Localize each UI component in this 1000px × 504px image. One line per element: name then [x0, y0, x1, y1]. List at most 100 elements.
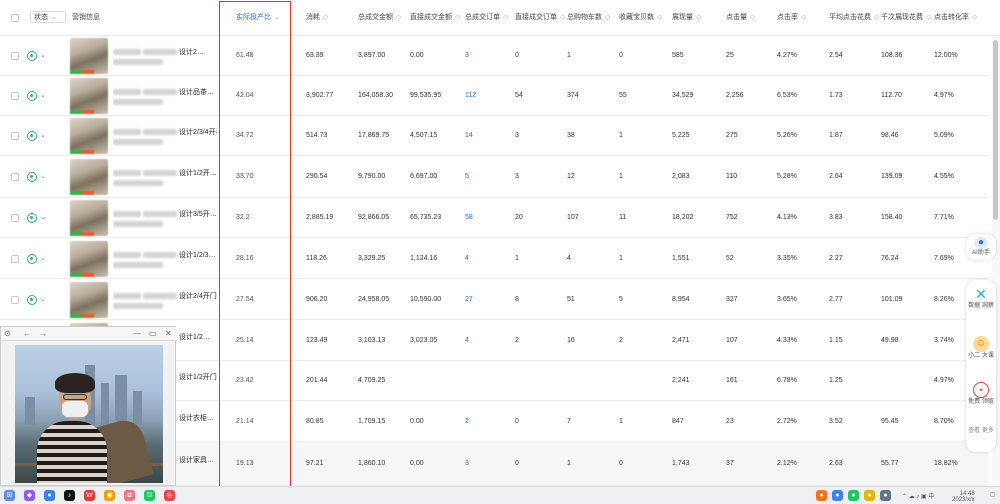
tray-app-icon[interactable]: ●	[864, 490, 875, 501]
cell-4: 3	[465, 52, 469, 59]
scrollbar-thumb[interactable]	[993, 40, 998, 220]
maximize-icon[interactable]: ▭	[149, 329, 157, 338]
chevron-down-icon[interactable]: ⌄	[40, 213, 46, 221]
cell-10: 4.27%	[777, 52, 797, 59]
column-header-6[interactable]: 总购物车数 ◇	[567, 12, 610, 24]
chevron-down-icon[interactable]: ⌄	[40, 254, 46, 262]
clock-date: 2023/x/x	[952, 497, 975, 503]
row-checkbox[interactable]	[11, 92, 19, 100]
sort-icon[interactable]: ◇	[394, 14, 401, 21]
minimize-icon[interactable]: —	[133, 329, 141, 338]
status-filter[interactable]: 状态 ⌄	[30, 11, 66, 23]
start-icon[interactable]: ⊞	[4, 490, 15, 501]
tray-app-icon[interactable]: ●	[880, 490, 891, 501]
app-icon[interactable]: ◆	[24, 490, 35, 501]
cell-7: 1	[619, 254, 623, 262]
tiktok-icon[interactable]: ♪	[64, 490, 75, 501]
ai-assistant-item[interactable]: ● AI助手	[966, 237, 996, 257]
redacted-text	[113, 170, 141, 177]
column-header-7[interactable]: 收藏宝贝数 ◇	[619, 12, 662, 24]
app-icon[interactable]: ◎	[164, 490, 175, 501]
pin-icon[interactable]: ⊙	[4, 329, 11, 338]
tray-app-icon[interactable]: ●	[816, 490, 827, 501]
tray-icons[interactable]: ⌃ ☁ ♪ ▣ 中	[902, 491, 934, 500]
chevron-down-icon[interactable]: ⌄	[40, 295, 46, 303]
video-call-window[interactable]: ⊙ ← → — ▭ ✕	[0, 326, 177, 486]
select-all-checkbox[interactable]	[11, 14, 19, 22]
sort-icon[interactable]: ◇	[321, 14, 328, 21]
app-icon[interactable]: ✿	[124, 490, 135, 501]
status-toggle-icon[interactable]	[27, 253, 37, 264]
column-header-8[interactable]: 展现量 ◇	[672, 12, 701, 24]
cell-1: 118.26	[306, 254, 327, 262]
tray-app-icon[interactable]: ●	[848, 490, 859, 501]
status-toggle-icon[interactable]	[27, 172, 37, 182]
sort-icon[interactable]: ◇	[558, 14, 565, 21]
column-header-1[interactable]: 消耗 ◇	[306, 12, 328, 24]
row-checkbox[interactable]	[11, 132, 19, 140]
chevron-down-icon[interactable]: ⌄	[40, 91, 46, 99]
row-checkbox[interactable]	[11, 254, 19, 263]
status-toggle-icon[interactable]	[27, 91, 37, 101]
wechat-icon[interactable]: ✉	[144, 490, 155, 501]
side-item-free[interactable]: ✦ 免费 领取	[966, 382, 996, 406]
ai-assistant-widget[interactable]: ● AI助手	[966, 234, 996, 260]
cell-2: 3,897.00	[358, 52, 386, 59]
sort-icon[interactable]: ◇	[501, 14, 508, 21]
plan-name-header: 营销信息	[72, 14, 100, 21]
chevron-down-icon[interactable]: ⌄	[40, 131, 46, 139]
row-checkbox[interactable]	[11, 214, 19, 222]
side-item-more[interactable]: 查看 更多	[966, 428, 996, 435]
clock[interactable]: 14:48 2023/x/x	[952, 491, 975, 503]
column-header-13[interactable]: 点击转化率 ◇	[934, 12, 977, 24]
forward-icon[interactable]: →	[39, 329, 47, 338]
redacted-text	[113, 59, 163, 66]
sort-icon[interactable]: ◇	[872, 14, 879, 21]
wps-icon[interactable]: W	[84, 490, 95, 501]
column-header-2[interactable]: 总成交金额 ◇	[358, 12, 401, 24]
cell-2: 9,790.00	[358, 173, 386, 180]
column-header-12[interactable]: 千次展现花费 ◇	[881, 12, 931, 24]
close-icon[interactable]: ✕	[165, 329, 172, 338]
back-icon[interactable]: ←	[23, 329, 31, 338]
product-thumbnail	[70, 240, 108, 277]
cell-6: 1	[567, 52, 571, 59]
app-icon[interactable]: ●	[44, 490, 55, 501]
cell-1: 63.39	[306, 52, 324, 59]
cell-10: 3.65%	[777, 295, 797, 303]
side-item-course[interactable]: ☺ 小二 大课	[966, 336, 996, 360]
column-header-5[interactable]: 直接成交订单 ◇	[515, 12, 565, 24]
sort-icon[interactable]: ◇	[799, 14, 806, 21]
sort-icon[interactable]: ◇	[748, 14, 755, 21]
status-toggle-icon[interactable]	[27, 294, 37, 305]
sort-icon[interactable]: ◇	[970, 14, 977, 21]
sort-icon[interactable]: ◇	[603, 14, 610, 21]
column-header-label: 消耗	[306, 14, 320, 21]
column-header-11[interactable]: 平均点击花费 ◇	[829, 12, 879, 24]
notification-icon[interactable]: ▢	[990, 491, 996, 498]
chevron-down-icon[interactable]: ⌄	[40, 51, 46, 59]
column-header-9[interactable]: 点击量 ◇	[726, 12, 755, 24]
face-mask	[62, 401, 88, 417]
sort-icon[interactable]: ◇	[655, 14, 662, 21]
tray-app-icon[interactable]: ●	[832, 490, 843, 501]
sort-icon[interactable]: ◇	[924, 14, 931, 21]
column-header-label: 展现量	[672, 14, 693, 21]
side-item-insight[interactable]: ✕ 数据 洞察	[966, 286, 996, 310]
redacted-text	[143, 49, 177, 56]
browser-icon[interactable]: ◉	[104, 490, 115, 501]
status-toggle-icon[interactable]	[27, 213, 37, 223]
status-toggle-icon[interactable]	[27, 131, 37, 141]
column-header-10[interactable]: 点击率 ◇	[777, 12, 806, 24]
row-checkbox[interactable]	[11, 173, 19, 181]
column-header-4[interactable]: 总成交订单 ◇	[465, 12, 508, 24]
status-toggle-icon[interactable]	[27, 51, 37, 61]
row-checkbox[interactable]	[11, 52, 19, 60]
sort-icon[interactable]: ◇	[694, 14, 701, 21]
cell-10: 3.35%	[777, 254, 797, 262]
column-header-3[interactable]: 直接成交金额 ◇	[410, 12, 460, 24]
chevron-down-icon[interactable]: ⌄	[40, 172, 46, 180]
cell-12: 101.09	[881, 295, 903, 303]
sort-icon[interactable]: ◇	[453, 14, 460, 21]
row-checkbox[interactable]	[11, 295, 19, 304]
